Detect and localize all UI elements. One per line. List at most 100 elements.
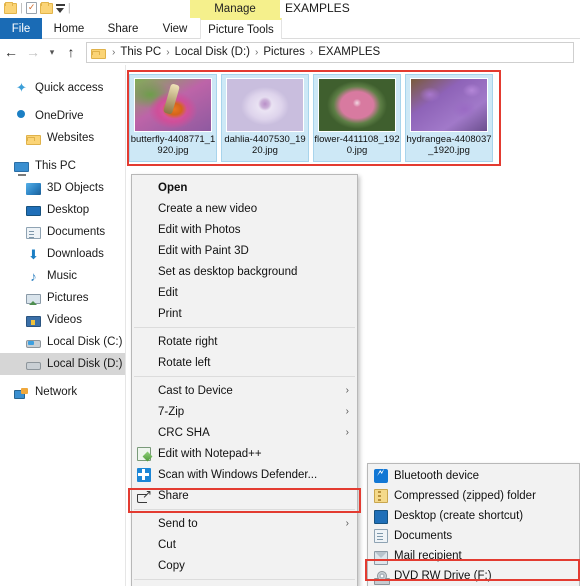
address-input[interactable]: › This PC › Local Disk (D:) › Pictures ›… [86,42,574,63]
send-to-submenu: Bluetooth device Compressed (zipped) fol… [367,463,580,586]
chevron-down-icon[interactable]: ▾ [44,41,60,63]
submenu-item-documents[interactable]: Documents [368,526,579,546]
submenu-item-dvd-rw-drive[interactable]: DVD RW Drive (F:) [368,566,579,586]
sidebar-item-documents[interactable]: Documents [0,221,125,243]
picture-icon [26,294,41,304]
submenu-item-label: DVD RW Drive (F:) [394,570,492,582]
sidebar-item-downloads[interactable]: ⬇ Downloads [0,243,125,265]
tab-picture-tools[interactable]: Picture Tools [200,18,282,39]
sidebar-item-local-disk-c[interactable]: Local Disk (C:) [0,331,125,353]
menu-item-edit-with-photos[interactable]: Edit with Photos [132,219,357,240]
sidebar-label: Websites [47,132,94,144]
new-folder-icon[interactable] [4,3,17,14]
submenu-item-label: Compressed (zipped) folder [394,490,536,502]
menu-item-cast-to-device[interactable]: Cast to Device › [132,380,357,401]
thumbnail [134,78,212,132]
sidebar-label: Local Disk (C:) [47,336,122,348]
sidebar-item-network[interactable]: Network [0,381,125,403]
menu-item-label: Cast to Device [158,385,233,397]
menu-item-print[interactable]: Print [132,303,357,324]
quick-access-toolbar: | | [4,1,71,15]
thumbnail [318,78,396,132]
folder-icon[interactable] [40,3,53,14]
tab-view[interactable]: View [150,18,200,39]
submenu-item-compressed-zipped-folder[interactable]: Compressed (zipped) folder [368,486,579,506]
chevron-right-icon: › [346,385,349,396]
title-bar: | | Manage EXAMPLES [0,0,580,18]
submenu-item-mail-recipient[interactable]: Mail recipient [368,546,579,566]
file-item[interactable]: butterfly-4408771_1920.jpg [129,74,217,162]
document-icon [26,227,41,239]
chevron-right-icon: › [346,427,349,438]
breadcrumb-examples[interactable]: EXAMPLES [316,46,382,58]
sidebar-item-onedrive[interactable]: OneDrive [0,105,125,127]
file-item[interactable]: dahlia-4407530_1920.jpg [221,74,309,162]
back-icon[interactable]: ← [0,41,22,63]
menu-item-share[interactable]: Share [132,485,357,506]
sidebar-item-local-disk-d[interactable]: Local Disk (D:) [0,353,125,375]
menu-item-crc-sha[interactable]: CRC SHA › [132,422,357,443]
menu-separator [134,579,355,580]
desktop-icon [374,510,388,524]
file-item[interactable]: flower-4411108_1920.jpg [313,74,401,162]
zip-folder-icon [374,489,388,503]
sidebar-label: Documents [47,226,105,238]
breadcrumb-pictures[interactable]: Pictures [261,46,307,58]
tab-home[interactable]: Home [42,18,96,39]
submenu-item-label: Bluetooth device [394,470,479,482]
customize-dropdown-icon[interactable] [56,4,65,13]
folder-icon [26,135,41,145]
sidebar-label: 3D Objects [47,182,104,194]
sidebar-label: Local Disk (D:) [47,358,122,370]
up-icon[interactable]: ↑ [60,41,82,63]
tab-share[interactable]: Share [96,18,150,39]
music-note-icon: ♪ [26,269,41,283]
breadcrumb-local-disk-d[interactable]: Local Disk (D:) [173,46,252,58]
sidebar-item-desktop[interactable]: Desktop [0,199,125,221]
menu-item-edit[interactable]: Edit [132,282,357,303]
breadcrumb-this-pc[interactable]: This PC [118,46,163,58]
mail-icon [374,551,388,565]
menu-item-send-to[interactable]: Send to › [132,513,357,534]
navigation-pane: ✦ Quick access OneDrive Websites This PC… [0,65,126,586]
menu-item-rotate-left[interactable]: Rotate left [132,352,357,373]
window-title: EXAMPLES [285,1,350,15]
menu-item-cut[interactable]: Cut [132,534,357,555]
sidebar-item-quick-access[interactable]: ✦ Quick access [0,77,125,99]
menu-item-copy[interactable]: Copy [132,555,357,576]
documents-icon [374,529,388,543]
sidebar-item-pictures[interactable]: Pictures [0,287,125,309]
file-explorer-window: | | Manage EXAMPLES File Home Share View… [0,0,580,586]
menu-item-rotate-right[interactable]: Rotate right [132,331,357,352]
sidebar-item-this-pc[interactable]: This PC [0,155,125,177]
file-item[interactable]: hydrangea-4408037_1920.jpg [405,74,493,162]
submenu-item-bluetooth-device[interactable]: Bluetooth device [368,466,579,486]
menu-item-edit-with-notepadpp[interactable]: Edit with Notepad++ [132,443,357,464]
properties-icon[interactable] [26,2,37,14]
breadcrumb-separator-2: › [254,47,259,58]
menu-item-label: Share [158,490,189,502]
file-list-view: butterfly-4408771_1920.jpg dahlia-440753… [127,66,580,174]
address-bar: ← → ▾ ↑ › This PC › Local Disk (D:) › Pi… [0,39,580,65]
menu-item-open[interactable]: Open [132,177,357,198]
submenu-item-desktop-create-shortcut[interactable]: Desktop (create shortcut) [368,506,579,526]
tab-file[interactable]: File [0,18,42,39]
contextual-tab-group-manage[interactable]: Manage [190,0,280,18]
menu-item-edit-with-paint-3d[interactable]: Edit with Paint 3D [132,240,357,261]
menu-item-label: Send to [158,518,198,530]
menu-item-7-zip[interactable]: 7-Zip › [132,401,357,422]
sidebar-item-3d-objects[interactable]: 3D Objects [0,177,125,199]
sidebar-item-websites[interactable]: Websites [0,127,125,149]
breadcrumb-separator-0: › [111,47,116,58]
menu-item-create-a-new-video[interactable]: Create a new video [132,198,357,219]
menu-item-scan-with-windows-defender[interactable]: Scan with Windows Defender... [132,464,357,485]
chevron-right-icon: › [346,406,349,417]
breadcrumb-separator-1: › [165,47,170,58]
sidebar-item-music[interactable]: ♪ Music [0,265,125,287]
dvd-drive-icon [374,571,388,585]
sidebar-item-videos[interactable]: Videos [0,309,125,331]
network-icon [14,388,29,399]
menu-item-set-as-desktop-background[interactable]: Set as desktop background [132,261,357,282]
forward-icon[interactable]: → [22,41,44,63]
defender-icon [137,468,151,482]
